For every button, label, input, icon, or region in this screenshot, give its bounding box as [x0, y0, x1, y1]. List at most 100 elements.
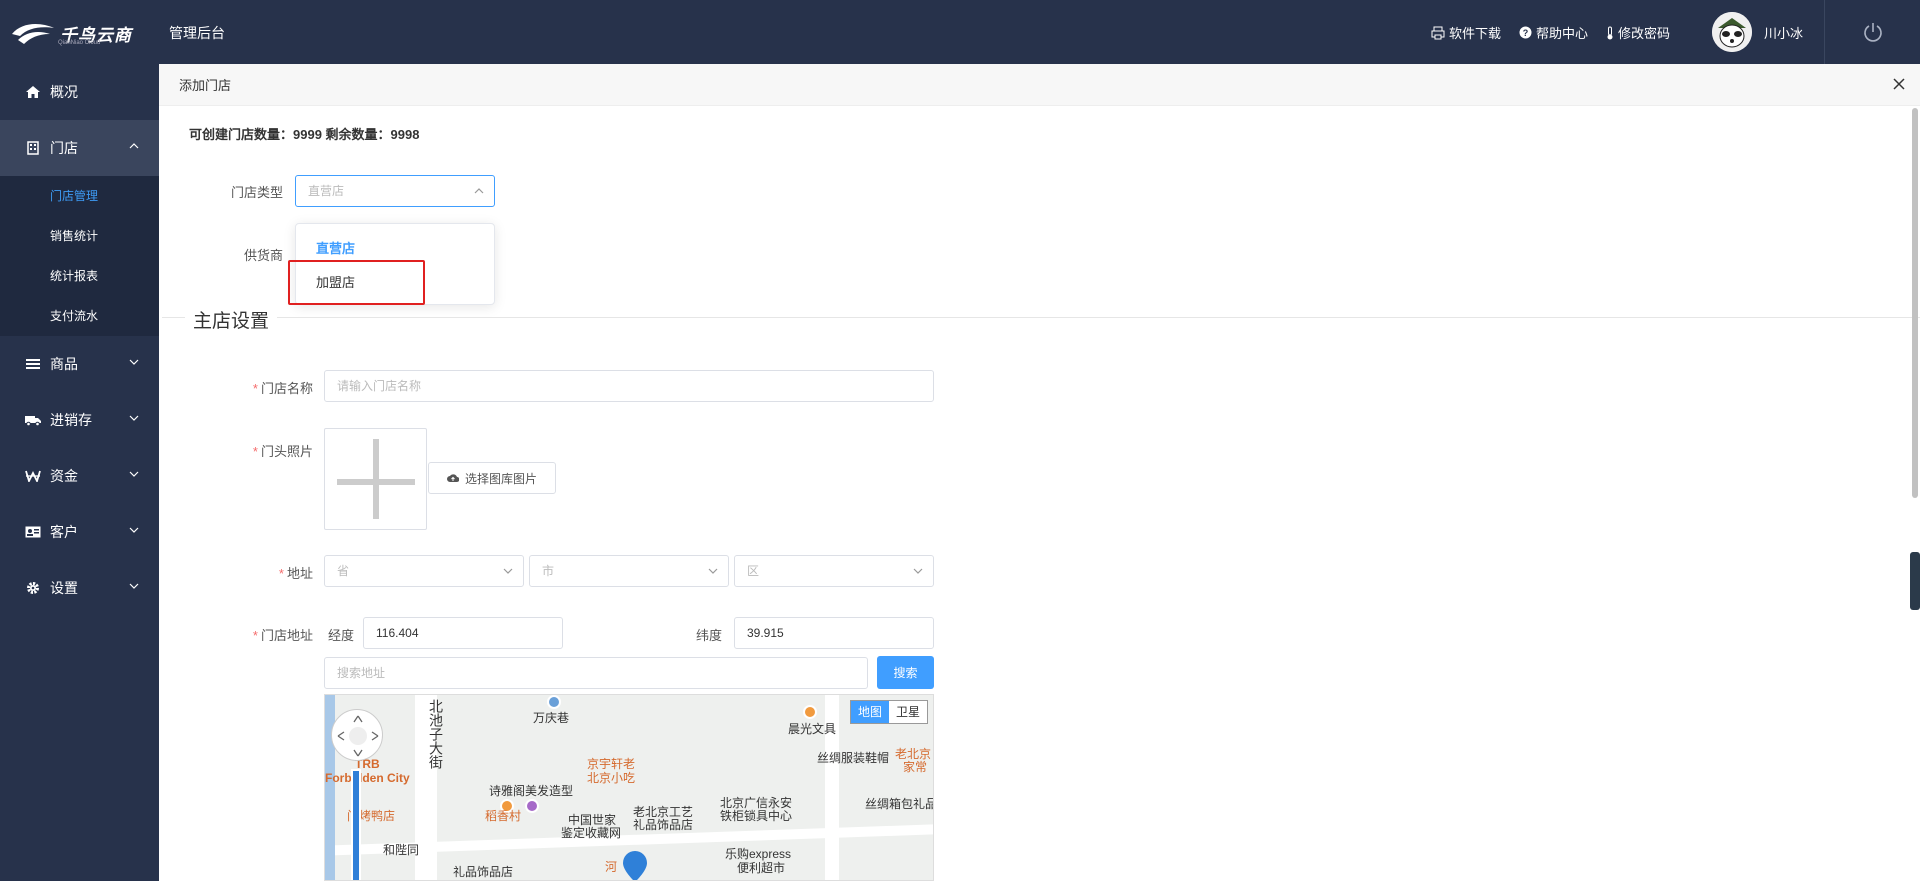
map-label: 北京小吃: [587, 771, 636, 785]
chevron-down-icon: [129, 583, 139, 589]
choose-gallery-image-label: 选择图库图片: [464, 471, 537, 486]
map-label: 家常: [903, 760, 928, 774]
chevron-down-icon: [913, 568, 923, 574]
help-center-link[interactable]: ? 帮助中心: [1519, 23, 1588, 42]
address-search-input[interactable]: 搜索地址: [324, 657, 868, 689]
map-label: 铁柜锁具中心: [720, 809, 793, 823]
top-bar: 千鸟云商 QianNiao Cloud 管理后台 软件下载 ? 帮助中心 修改密…: [0, 0, 1920, 64]
map-type-map[interactable]: 地图: [851, 701, 890, 723]
search-button[interactable]: 搜索: [877, 656, 934, 689]
map-label: 稻香村: [485, 809, 522, 823]
sidebar-item-label: 商品: [50, 356, 78, 372]
map-poi: [547, 695, 561, 709]
sidebar-item-funds[interactable]: 资金: [0, 448, 159, 504]
submenu-payment-flow[interactable]: 支付流水: [0, 296, 159, 336]
change-password-link[interactable]: 修改密码: [1606, 23, 1670, 42]
submenu-store-management[interactable]: 门店管理: [0, 176, 159, 216]
choose-gallery-image-button[interactable]: 选择图库图片: [428, 462, 556, 494]
home-icon: [26, 86, 40, 98]
section-divider: [162, 317, 1920, 318]
close-icon[interactable]: [1892, 77, 1906, 91]
map-label: 丝绸服装鞋帽: [817, 751, 890, 765]
map-label: 礼品饰品店: [633, 818, 694, 832]
store-type-select[interactable]: 直营店: [295, 175, 495, 207]
store-type-value: 直营店: [308, 184, 345, 198]
sidebar-item-label: 设置: [50, 580, 78, 596]
address-label: * 地址: [278, 566, 313, 581]
chevron-down-icon: [503, 568, 513, 574]
chevron-up-icon: [129, 143, 139, 149]
help-center-label: 帮助中心: [1535, 26, 1588, 41]
chevron-down-icon: [708, 568, 718, 574]
longitude-label: 经度: [327, 628, 354, 643]
chevron-up-icon: [474, 188, 484, 194]
software-download-link[interactable]: 软件下载: [1431, 23, 1501, 42]
user-menu[interactable]: 川小冰: [1712, 12, 1803, 52]
store-icon: [27, 141, 39, 155]
map-poi: [525, 799, 539, 813]
sidebar-item-label: 进销存: [50, 412, 92, 428]
map-pan-control[interactable]: [331, 709, 383, 761]
map-zoom-slider[interactable]: [351, 769, 361, 880]
map-label: 晨光文具: [788, 722, 837, 736]
power-icon: [1863, 23, 1882, 42]
longitude-input[interactable]: 116.404: [363, 617, 563, 649]
photo-upload-box[interactable]: [324, 428, 427, 530]
gear-icon: [27, 582, 39, 594]
sidebar-item-goods[interactable]: 商品: [0, 336, 159, 392]
sidebar-item-customer[interactable]: 客户: [0, 504, 159, 560]
currency-icon: [25, 470, 41, 482]
store-quota-text: 可创建门店数量：9999 剩余数量：9998: [189, 127, 420, 142]
storefront-photo-label: * 门头照片: [252, 444, 313, 459]
city-placeholder: 市: [542, 564, 555, 578]
highlight-box: [288, 260, 425, 305]
chevron-down-icon: [129, 527, 139, 533]
top-links: 软件下载 ? 帮助中心 修改密码: [1431, 23, 1670, 42]
submenu-stats-report[interactable]: 统计报表: [0, 256, 159, 296]
map-poi: [803, 705, 817, 719]
side-scroll-handle[interactable]: [1910, 552, 1920, 610]
map-type-satellite[interactable]: 卫星: [889, 701, 927, 723]
avatar[interactable]: [1712, 12, 1752, 52]
map-label: 万庆巷: [533, 711, 570, 725]
sidebar-item-label: 资金: [50, 468, 78, 484]
submenu-sales-stats[interactable]: 销售统计: [0, 216, 159, 256]
store-name-label: * 门店名称: [252, 381, 313, 396]
question-icon: ?: [1519, 26, 1532, 39]
logo-icon: [12, 24, 54, 44]
supplier-label: 供货商: [243, 248, 283, 263]
cloud-upload-icon: [447, 474, 459, 482]
store-name-input[interactable]: 请输入门店名称: [324, 370, 934, 402]
pan-arrows-icon: [337, 715, 379, 757]
printer-icon: [1431, 26, 1445, 39]
sidebar-item-overview[interactable]: 概况: [0, 64, 159, 120]
chevron-down-icon: [129, 359, 139, 365]
panel-scrollbar[interactable]: [1912, 108, 1918, 498]
sidebar-item-store[interactable]: 门店: [0, 120, 159, 176]
store-location-label: * 门店地址: [252, 628, 313, 643]
province-placeholder: 省: [337, 564, 350, 578]
map[interactable]: 北池子大街 万庆巷 晨光文具 京宇轩老 北京小吃 丝绸服装鞋帽 老北京 家常 T…: [324, 694, 934, 881]
map-label: 诗雅阁美发造型: [489, 784, 574, 798]
section-title: 主店设置: [185, 306, 278, 333]
map-label: 丝绸箱包礼品: [865, 797, 934, 811]
logo-subtitle: QianNiao Cloud: [58, 40, 101, 46]
sidebar-item-label: 门店: [50, 140, 78, 156]
change-password-label: 修改密码: [1617, 26, 1670, 41]
store-submenu: 门店管理 销售统计 统计报表 支付流水: [0, 176, 159, 336]
sidebar-item-inventory[interactable]: 进销存: [0, 392, 159, 448]
district-select[interactable]: 区: [734, 555, 934, 587]
latitude-input[interactable]: 39.915: [734, 617, 934, 649]
panel-header: 添加门店: [159, 64, 1920, 106]
store-type-label: 门店类型: [230, 185, 283, 200]
sidebar-item-label: 概况: [50, 84, 78, 100]
username: 川小冰: [1764, 25, 1804, 41]
sidebar-item-settings[interactable]: 设置: [0, 560, 159, 616]
city-select[interactable]: 市: [529, 555, 729, 587]
list-icon: [26, 359, 40, 369]
province-select[interactable]: 省: [324, 555, 524, 587]
logout-button[interactable]: [1824, 0, 1920, 64]
map-label: 北池子大街: [428, 699, 444, 769]
map-label: 便利超市: [737, 861, 786, 875]
map-label: Forbidden City: [325, 771, 410, 785]
